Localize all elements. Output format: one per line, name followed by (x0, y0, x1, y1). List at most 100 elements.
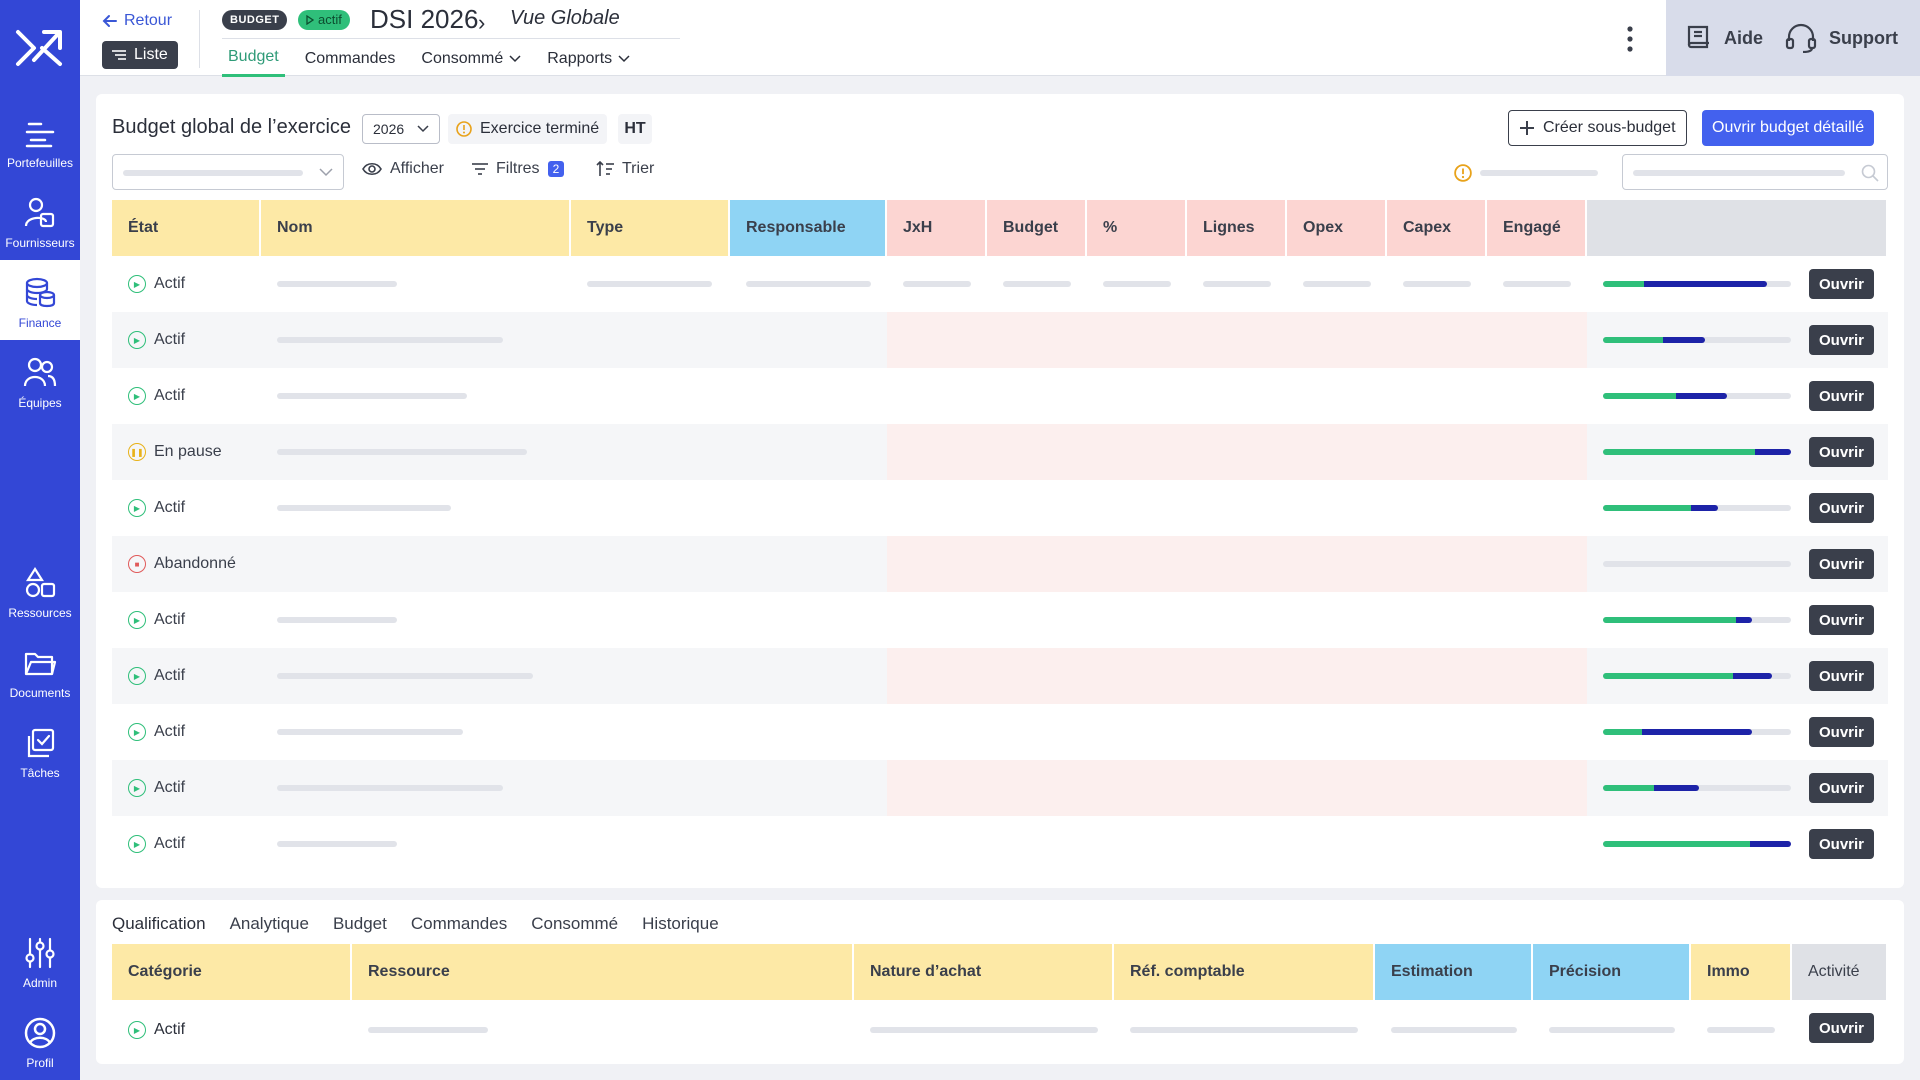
table-row[interactable]: ▶ Actif Ouvrir (112, 480, 1888, 536)
jxh-cell (887, 704, 987, 760)
table-row[interactable]: ❚❚ En pause Ouvrir (112, 424, 1888, 480)
tab-budget-detail[interactable]: Budget (333, 914, 387, 934)
list-button[interactable]: Liste (102, 41, 178, 69)
back-link[interactable]: Retour (102, 12, 172, 30)
open-button[interactable]: Ouvrir (1808, 381, 1874, 411)
nav-item-finance[interactable]: Finance (0, 260, 80, 340)
tab-consomme-detail[interactable]: Consommé (531, 914, 618, 934)
tab-qualification[interactable]: Qualification (112, 914, 206, 934)
help-zone: Aide Support (1666, 0, 1920, 76)
nav-item-documents[interactable]: Documents (0, 630, 80, 710)
create-subbudget-button[interactable]: Créer sous-budget (1508, 110, 1687, 146)
open-button[interactable]: Ouvrir (1808, 325, 1874, 355)
year-value: 2026 (373, 121, 405, 137)
budget-panel: Budget global de l’exercice 2026 Exercic… (96, 94, 1904, 888)
nav-item-portfolios[interactable]: Portefeuilles (0, 100, 80, 180)
nav-item-resources[interactable]: Ressources (0, 550, 80, 630)
progress-spent (1603, 617, 1737, 623)
capex-cell (1387, 592, 1487, 648)
sort-button[interactable]: Trier (596, 160, 654, 178)
state-label: Abandonné (154, 555, 236, 572)
table-row[interactable]: ▶ Actif Ouvrir (112, 816, 1888, 872)
page-subtitle[interactable]: Vue Globale (510, 7, 620, 30)
table-row[interactable]: ▶ Actif Ouvrir (112, 312, 1888, 368)
nav-item-suppliers[interactable]: Fournisseurs (0, 180, 80, 260)
table-row[interactable]: ▶ Actif Ouvrir (112, 1000, 1888, 1060)
tab-consomme[interactable]: Consommé (415, 44, 527, 77)
nav-item-tasks[interactable]: Tâches (0, 710, 80, 790)
column-header-estimate[interactable]: Estimation (1375, 944, 1533, 1000)
column-header-accounting-ref[interactable]: Réf. comptable (1114, 944, 1375, 1000)
table-row[interactable]: ■ Abandonné Ouvrir (112, 536, 1888, 592)
capex-cell (1387, 648, 1487, 704)
table-row[interactable]: ▶ Actif Ouvrir (112, 368, 1888, 424)
column-header-committed[interactable]: Engagé (1487, 200, 1587, 256)
divider (199, 10, 200, 68)
open-button[interactable]: Ouvrir (1808, 1013, 1874, 1043)
column-header-owner[interactable]: Responsable (730, 200, 887, 256)
table-row[interactable]: ▶ Actif Ouvrir (112, 592, 1888, 648)
more-menu-icon[interactable] (1620, 24, 1640, 54)
open-detailed-budget-button[interactable]: Ouvrir budget détaillé (1702, 110, 1875, 146)
search-input[interactable] (1622, 154, 1888, 190)
column-header-budget[interactable]: Budget (987, 200, 1087, 256)
support-button[interactable]: Support (1785, 23, 1898, 53)
open-button[interactable]: Ouvrir (1808, 661, 1874, 691)
tab-analytique[interactable]: Analytique (230, 914, 309, 934)
column-header-lines[interactable]: Lignes (1187, 200, 1287, 256)
nav-item-admin[interactable]: Admin (0, 920, 80, 1000)
play-icon: ▶ (128, 331, 146, 349)
open-button[interactable]: Ouvrir (1808, 605, 1874, 635)
table-row[interactable]: ▶ Actif Ouvrir (112, 760, 1888, 816)
book-icon (1687, 25, 1709, 49)
percent-cell (1087, 312, 1187, 368)
tab-label: Budget (228, 48, 279, 65)
year-select[interactable]: 2026 (362, 114, 440, 144)
open-button[interactable]: Ouvrir (1808, 829, 1874, 859)
column-header-resource[interactable]: Ressource (352, 944, 854, 1000)
table-row[interactable]: ▶ Actif Ouvrir (112, 648, 1888, 704)
tab-historique[interactable]: Historique (642, 914, 719, 934)
nav-item-teams[interactable]: Équipes (0, 340, 80, 420)
column-header-precision[interactable]: Précision (1533, 944, 1691, 1000)
progress-bar (1603, 673, 1791, 679)
column-header-jxh[interactable]: JxH (887, 200, 987, 256)
state-label: Actif (154, 779, 186, 796)
resource-cell (352, 1000, 854, 1060)
nav-item-profile[interactable]: Profil (0, 1000, 80, 1080)
tab-rapports[interactable]: Rapports (541, 44, 636, 77)
chevron-right-icon: › (478, 10, 486, 35)
column-header-opex[interactable]: Opex (1287, 200, 1387, 256)
column-header-capex[interactable]: Capex (1387, 200, 1487, 256)
tab-commandes[interactable]: Commandes (299, 44, 402, 77)
column-header-name[interactable]: Nom (261, 200, 571, 256)
open-button[interactable]: Ouvrir (1808, 269, 1874, 299)
column-header-percent[interactable]: % (1087, 200, 1187, 256)
name-cell (261, 312, 571, 368)
filters-button[interactable]: Filtres 2 (472, 160, 565, 178)
lines-cell (1187, 592, 1287, 648)
column-header-purchase-nature[interactable]: Nature d’achat (854, 944, 1114, 1000)
app-logo[interactable] (14, 20, 66, 72)
filter-select[interactable] (112, 154, 344, 190)
tab-budget[interactable]: Budget (222, 44, 285, 77)
column-header-category[interactable]: Catégorie (112, 944, 352, 1000)
column-header-immo[interactable]: Immo (1691, 944, 1792, 1000)
list-icon (112, 50, 126, 60)
owner-cell (730, 536, 887, 592)
table-row[interactable]: ▶ Actif Ouvrir (112, 704, 1888, 760)
show-button[interactable]: Afficher (362, 160, 444, 178)
column-header-activity[interactable]: Activité (1792, 944, 1888, 1000)
tab-commandes-detail[interactable]: Commandes (411, 914, 507, 934)
open-button[interactable]: Ouvrir (1808, 437, 1874, 467)
open-button[interactable]: Ouvrir (1808, 493, 1874, 523)
open-button[interactable]: Ouvrir (1808, 549, 1874, 579)
progress-spent (1603, 281, 1645, 287)
table-row[interactable]: ▶ Actif Ouvrir (112, 256, 1888, 312)
progress-bar (1603, 785, 1791, 791)
open-button[interactable]: Ouvrir (1808, 717, 1874, 747)
help-button[interactable]: Aide (1686, 24, 1763, 52)
column-header-state[interactable]: État (112, 200, 261, 256)
open-button[interactable]: Ouvrir (1808, 773, 1874, 803)
column-header-type[interactable]: Type (571, 200, 730, 256)
